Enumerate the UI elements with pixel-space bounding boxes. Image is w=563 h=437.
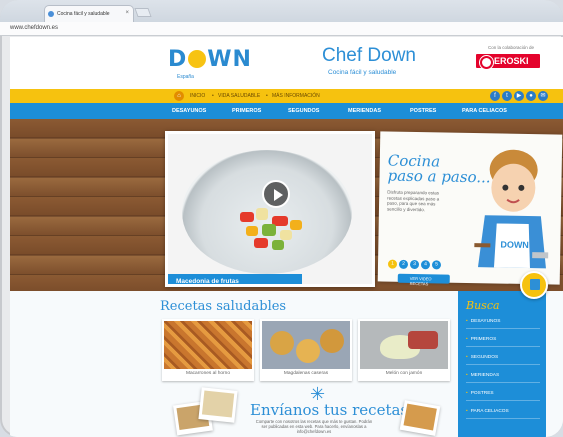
browser-tab[interactable]: Cocina fácil y saludable × xyxy=(44,5,134,22)
twitter-icon[interactable]: t xyxy=(502,91,512,101)
nav-primeros[interactable]: PRIMEROS xyxy=(232,108,261,114)
tab-close-icon[interactable]: × xyxy=(125,10,129,16)
top-link-separator: • xyxy=(266,93,268,99)
sidebar-item-para-celiacos[interactable]: PARA CELIACOS xyxy=(466,409,540,419)
logo-o-icon xyxy=(188,50,207,68)
nav-para-celiacos[interactable]: PARA CELIACOS xyxy=(462,108,507,114)
top-link-vida-saludable[interactable]: VIDA SALUDABLE xyxy=(218,93,260,99)
recipe-image xyxy=(262,321,350,369)
send-recipes-text: Comparte con nosotros las recetas que má… xyxy=(255,419,373,434)
youtube-icon[interactable]: ▶ xyxy=(514,91,524,101)
recipe-image xyxy=(360,321,448,369)
step-1-button[interactable]: 1 xyxy=(387,259,398,269)
step-by-step-panel: Cocina paso a paso... Disfruta preparand… xyxy=(377,131,563,286)
sidebar-item-postres[interactable]: POSTRES xyxy=(466,391,540,401)
step-3-button[interactable]: 3 xyxy=(409,259,420,270)
recipe-label: Macarrones al horno xyxy=(186,371,230,376)
step-2-button[interactable]: 2 xyxy=(398,259,409,269)
video-player[interactable]: Macedonia de frutas xyxy=(165,131,375,287)
nav-desayunos[interactable]: DESAYUNOS xyxy=(172,108,206,114)
browser-window: Cocina fácil y saludable × www.chefdown.… xyxy=(0,0,563,437)
address-bar[interactable]: www.chefdown.es xyxy=(0,22,563,36)
play-button[interactable] xyxy=(262,180,290,208)
flickr-icon[interactable]: ● xyxy=(526,91,536,101)
down-logo[interactable]: D WN xyxy=(168,47,252,72)
recipe-label: Melón con jamón xyxy=(385,371,423,376)
sidebar-item-meriendas[interactable]: MERIENDAS xyxy=(466,373,540,383)
tab-title: Cocina fácil y saludable xyxy=(57,11,110,17)
all-video-recipes-button[interactable]: VER VIDEO RECETAS xyxy=(397,273,450,286)
recipe-label: Magdalenas caseras xyxy=(283,371,329,376)
recipe-card-melon[interactable]: Melón con jamón xyxy=(358,319,450,381)
home-icon[interactable]: ⌂ xyxy=(174,91,184,101)
salad-bowl-image xyxy=(182,150,352,274)
video-caption[interactable]: Macedonia de frutas xyxy=(168,274,302,284)
eroski-logo[interactable]: EROSKI xyxy=(476,54,540,69)
favicon-icon xyxy=(48,11,54,17)
chef-kid-illustration: DOWN xyxy=(474,149,549,269)
search-sidebar: Busca DESAYUNOS PRIMEROS SEGUNDOS MERIEN… xyxy=(458,291,546,437)
recipe-card-magdalenas[interactable]: Magdalenas caseras xyxy=(260,319,352,381)
web-page: D WN España Chef Down Cocina fácil y salu… xyxy=(10,37,563,437)
address-url: www.chefdown.es xyxy=(10,25,59,31)
mail-icon[interactable]: ✉ xyxy=(538,91,548,101)
healthy-recipes-title: Recetas saludables xyxy=(160,299,287,314)
new-tab-button[interactable] xyxy=(134,8,152,17)
sidebar-item-segundos[interactable]: SEGUNDOS xyxy=(466,355,540,365)
top-link-separator: • xyxy=(212,93,214,99)
sidebar-item-desayunos[interactable]: DESAYUNOS xyxy=(466,319,540,329)
step-panel-description: Disfruta preparando estas recetas explic… xyxy=(386,189,440,212)
top-link-bar: ⌂ INICIO • VIDA SALUDABLE • MÁS INFORMAC… xyxy=(10,89,563,103)
nav-postres[interactable]: POSTRES xyxy=(410,108,436,114)
recipe-image xyxy=(164,321,252,369)
book-icon[interactable] xyxy=(520,271,548,299)
step-4-button[interactable]: 4 xyxy=(420,260,431,270)
send-recipes-title: Envíanos tus recetas xyxy=(250,401,409,419)
nav-meriendas[interactable]: MERIENDAS xyxy=(348,108,381,114)
browser-tab-bar: Cocina fácil y saludable × xyxy=(0,0,563,22)
main-nav: DESAYUNOS PRIMEROS SEGUNDOS MERIENDAS PO… xyxy=(10,103,563,119)
sidebar-title: Busca xyxy=(466,299,500,312)
step-5-button[interactable]: 5 xyxy=(431,260,442,270)
top-link-mas-informacion[interactable]: MÁS INFORMACIÓN xyxy=(272,93,320,99)
logo-letter: D xyxy=(168,47,188,72)
collab-label: Con la colaboración de xyxy=(488,45,535,50)
site-header: D WN España Chef Down Cocina fácil y salu… xyxy=(10,37,563,89)
logo-letters: WN xyxy=(207,47,252,72)
facebook-icon[interactable]: f xyxy=(490,91,500,101)
logo-subtitle: España xyxy=(177,74,194,80)
sidebar-item-primeros[interactable]: PRIMEROS xyxy=(466,337,540,347)
send-photo-left-2 xyxy=(198,387,238,423)
send-photo-right xyxy=(399,400,441,436)
site-title: Chef Down xyxy=(322,45,416,66)
svg-text:DOWN: DOWN xyxy=(500,240,529,250)
recipe-card-macarrones[interactable]: Macarrones al horno xyxy=(162,319,254,381)
nav-segundos[interactable]: SEGUNDOS xyxy=(288,108,319,114)
top-link-inicio[interactable]: INICIO xyxy=(190,93,205,99)
site-subtitle: Cocina fácil y saludable xyxy=(328,69,397,76)
